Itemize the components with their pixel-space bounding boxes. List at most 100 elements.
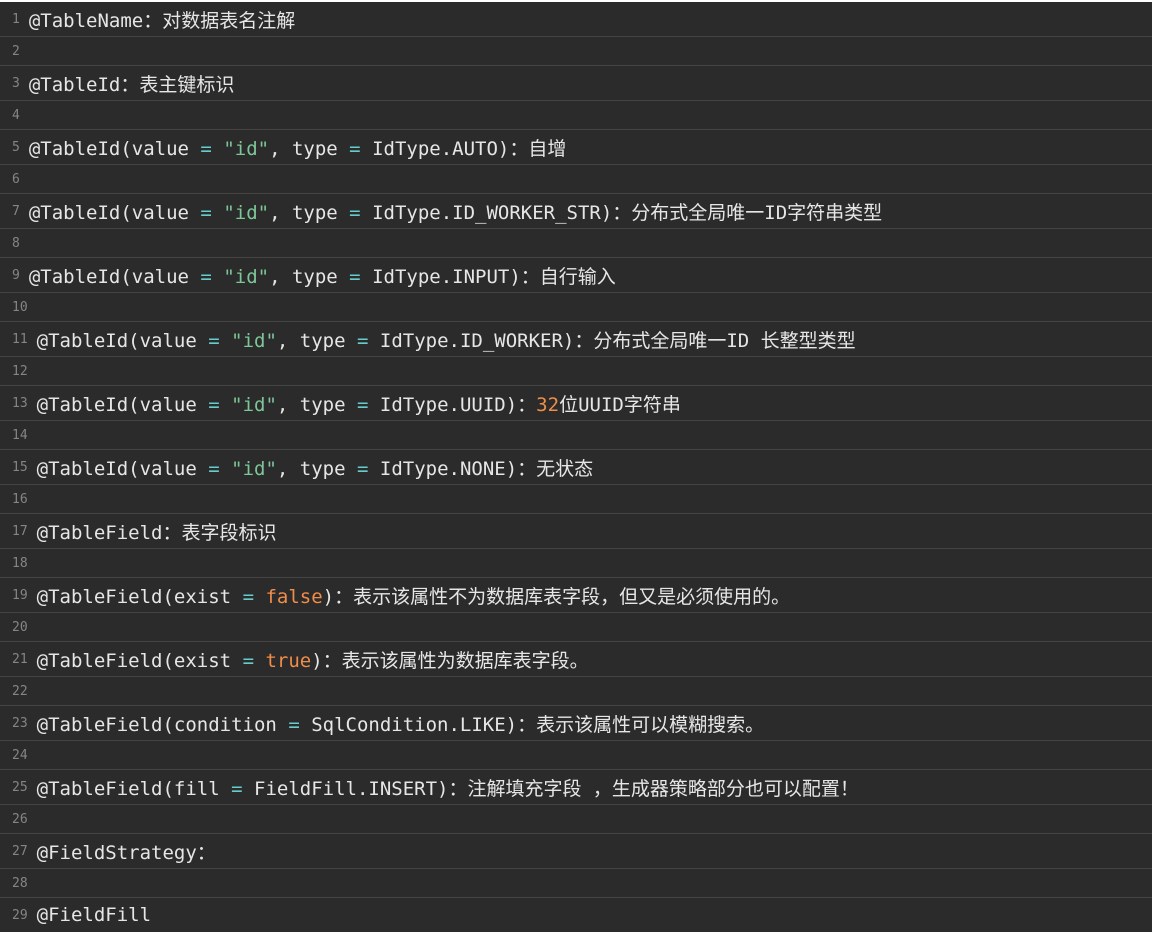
code-line: 11 @TableId(value = "id", type = IdType.I… — [0, 322, 1152, 357]
code-token-str: "id" — [223, 201, 270, 224]
blank-code-line: 14 — [0, 421, 1152, 450]
code-token-plain: SqlCondition.LIKE)：表示该属性可以模糊搜索。 — [299, 713, 765, 736]
blank-code-line: 18 — [0, 549, 1152, 578]
code-line: 3 @TableId：表主键标识 — [0, 66, 1152, 101]
code-text: @TableId(value = "id", type = IdType.UUI… — [37, 390, 681, 417]
code-token-plain: @TableName：对数据表名注解 — [28, 9, 296, 32]
code-token-plain: @TableId(value — [36, 457, 209, 480]
line-number: 13 — [12, 395, 28, 411]
code-token-op: = — [349, 137, 361, 160]
code-editor: 1 @TableName：对数据表名注解 2 3 @TableId：表主键标识 4 5 @Ta… — [0, 2, 1152, 932]
line-number: 24 — [12, 747, 28, 763]
line-number: 18 — [12, 555, 28, 571]
line-number: 2 — [12, 43, 20, 59]
code-token-plain: @TableId(value — [36, 393, 209, 416]
code-line: 13 @TableId(value = "id", type = IdType.U… — [0, 386, 1152, 421]
code-line: 9 @TableId(value = "id", type = IdType.IN… — [0, 258, 1152, 293]
code-line: 1 @TableName：对数据表名注解 — [0, 2, 1152, 37]
code-token-plain: , type — [276, 393, 357, 416]
code-token-op: = — [288, 713, 300, 736]
blank-code-line: 10 — [0, 293, 1152, 322]
code-text: @TableField(exist = false)：表示该属性不为数据库表字段… — [37, 582, 790, 609]
code-token-op: = — [231, 777, 243, 800]
code-line: 29 @FieldFill — [0, 898, 1152, 932]
code-token-op: = — [357, 457, 369, 480]
code-line: 23 @TableField(condition = SqlCondition.L… — [0, 706, 1152, 741]
line-number: 7 — [12, 203, 20, 219]
code-text: @TableField(exist = true)：表示该属性为数据库表字段。 — [37, 646, 589, 673]
blank-code-line: 24 — [0, 741, 1152, 770]
code-token-plain: IdType.ID_WORKER_STR)：分布式全局唯一ID字符串类型 — [360, 201, 883, 224]
code-text: @TableId(value = "id", type = IdType.NON… — [37, 454, 594, 481]
code-text: @TableName：对数据表名注解 — [29, 6, 295, 33]
code-token-plain: @TableId(value — [28, 201, 201, 224]
code-token-plain: )：表示该属性为数据库表字段。 — [311, 649, 589, 672]
blank-code-line: 16 — [0, 485, 1152, 514]
code-token-plain: @TableId(value — [28, 265, 201, 288]
code-token-op: = — [208, 393, 220, 416]
code-line: 15 @TableId(value = "id", type = IdType.N… — [0, 450, 1152, 485]
line-number: 25 — [12, 779, 28, 795]
code-token-plain: , type — [269, 137, 350, 160]
code-token-plain: @TableField(fill — [36, 777, 232, 800]
code-token-op: = — [200, 201, 212, 224]
code-token-num: 32 — [536, 393, 560, 416]
code-text: @TableField(fill = FieldFill.INSERT)：注解填… — [37, 774, 859, 801]
code-token-plain: IdType.UUID)： — [368, 393, 537, 416]
code-token-op: = — [349, 265, 361, 288]
code-token-op: = — [200, 265, 212, 288]
line-number: 20 — [12, 619, 28, 635]
code-token-str: "id" — [223, 137, 270, 160]
code-token-plain: IdType.ID_WORKER)：分布式全局唯一ID 长整型类型 — [368, 329, 856, 352]
blank-code-line: 2 — [0, 37, 1152, 66]
code-token-plain: , type — [276, 457, 357, 480]
blank-code-line: 20 — [0, 613, 1152, 642]
code-line: 25 @TableField(fill = FieldFill.INSERT)：注… — [0, 770, 1152, 805]
code-token-plain: @TableId(value — [36, 329, 209, 352]
line-number: 15 — [12, 459, 28, 475]
code-token-str: "id" — [231, 329, 277, 352]
blank-code-line: 4 — [0, 101, 1152, 130]
code-line: 19 @TableField(exist = false)：表示该属性不为数据库表… — [0, 578, 1152, 613]
code-token-plain: IdType.AUTO)：自增 — [360, 137, 567, 160]
code-token-str: "id" — [231, 457, 277, 480]
code-token-str: "id" — [231, 393, 277, 416]
code-token-plain: FieldFill.INSERT)：注解填充字段 ，生成器策略部分也可以配置！ — [242, 777, 859, 800]
code-token-plain: , type — [269, 265, 350, 288]
code-token-op: = — [200, 137, 212, 160]
code-text: @TableId(value = "id", type = IdType.ID_… — [37, 326, 856, 353]
code-line: 5 @TableId(value = "id", type = IdType.AU… — [0, 130, 1152, 165]
code-token-plain: IdType.INPUT)：自行输入 — [360, 265, 616, 288]
code-text: @FieldStrategy： — [37, 838, 216, 865]
code-token-op: = — [208, 457, 220, 480]
blank-code-line: 28 — [0, 869, 1152, 898]
code-token-op: = — [208, 329, 220, 352]
code-token-op: = — [242, 649, 255, 672]
line-number: 6 — [12, 171, 20, 187]
line-number: 5 — [12, 139, 20, 155]
line-number: 23 — [12, 715, 28, 731]
blank-code-line: 22 — [0, 677, 1152, 706]
code-line: 7 @TableId(value = "id", type = IdType.ID… — [0, 194, 1152, 229]
code-text: @FieldFill — [37, 904, 151, 926]
blank-code-line: 6 — [0, 165, 1152, 194]
line-number: 10 — [12, 299, 28, 315]
blank-code-line: 26 — [0, 805, 1152, 834]
code-line: 21 @TableField(exist = true)：表示该属性为数据库表字段… — [0, 642, 1152, 677]
line-number: 19 — [12, 587, 28, 603]
line-number: 16 — [12, 491, 28, 507]
line-number: 11 — [12, 331, 28, 347]
line-number: 9 — [12, 267, 20, 283]
code-token-op: = — [357, 329, 369, 352]
line-number: 21 — [12, 651, 28, 667]
code-token-plain: @TableId(value — [28, 137, 201, 160]
line-number: 4 — [12, 107, 20, 123]
code-token-plain: @TableField(condition — [36, 713, 289, 736]
